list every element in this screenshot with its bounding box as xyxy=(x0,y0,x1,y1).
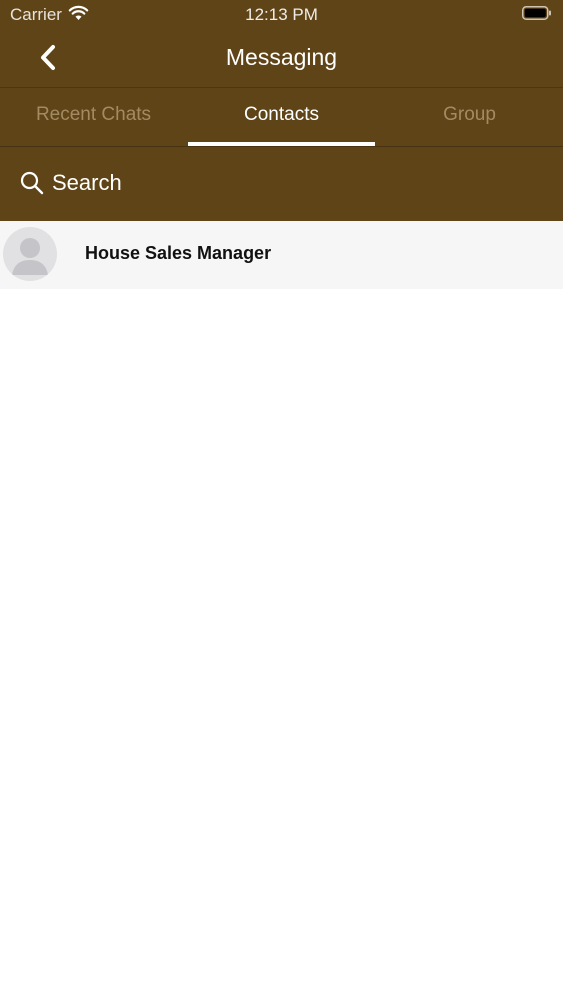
default-avatar-icon xyxy=(3,227,57,281)
back-button[interactable] xyxy=(30,42,66,74)
page-title: Messaging xyxy=(225,44,338,70)
contact-name: House Sales Manager xyxy=(85,243,272,263)
tab-bar: Recent Chats Contacts Group xyxy=(0,88,563,147)
search-input[interactable]: Search xyxy=(52,170,122,196)
active-tab-indicator xyxy=(188,142,375,146)
navigation-bar: Messaging xyxy=(0,30,563,88)
status-time: 12:13 PM xyxy=(245,5,318,24)
status-bar: Carrier 12:13 PM xyxy=(0,0,563,30)
battery-icon xyxy=(522,6,551,20)
tab-recent-chats[interactable]: Recent Chats xyxy=(0,88,187,146)
contact-list-item[interactable]: House Sales Manager xyxy=(0,221,563,289)
tab-group[interactable]: Group xyxy=(376,88,563,146)
search-bar[interactable]: Search xyxy=(0,148,563,220)
search-icon xyxy=(20,171,44,195)
tab-contacts[interactable]: Contacts xyxy=(188,88,375,146)
chevron-left-icon xyxy=(41,45,55,70)
app-header: Carrier 12:13 PM Messaging Recent Chats xyxy=(0,0,563,221)
